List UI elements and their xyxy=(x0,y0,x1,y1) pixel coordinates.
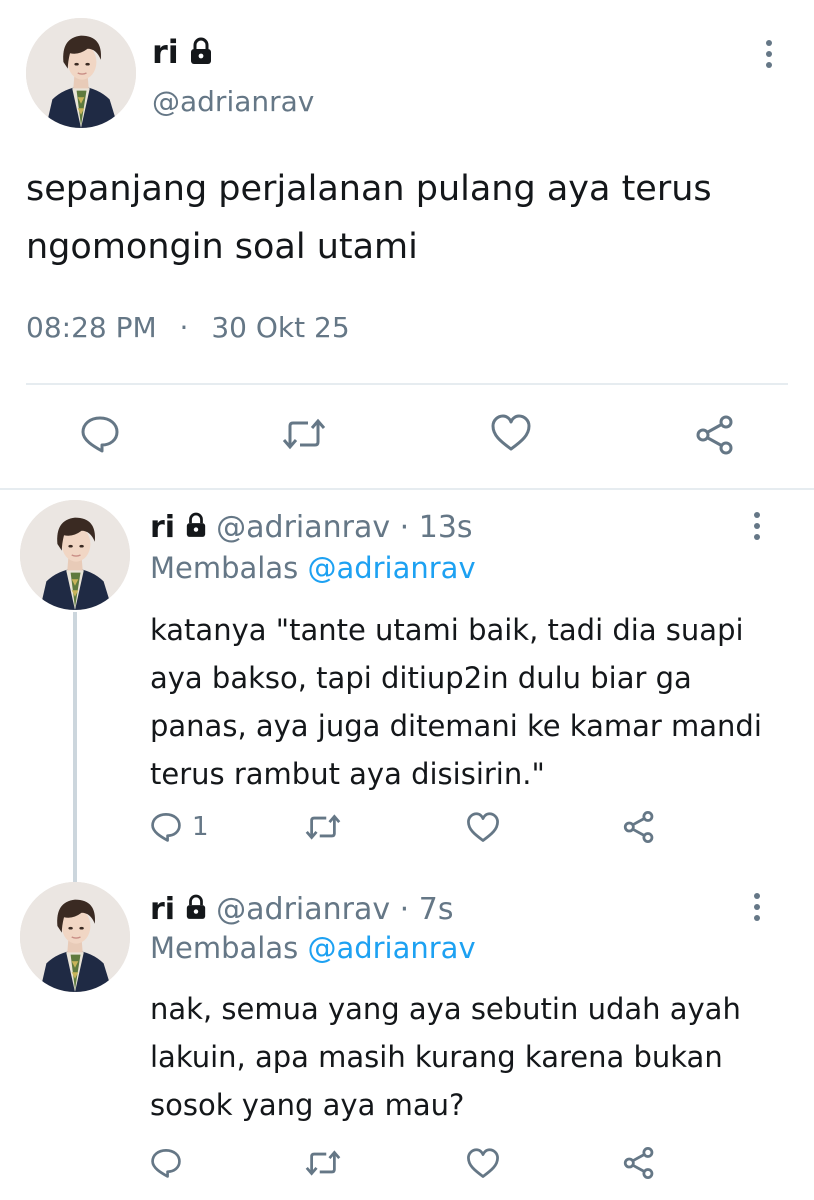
lock-icon xyxy=(189,34,213,74)
heart-icon[interactable] xyxy=(490,414,532,452)
main-text-line-1: sepanjang perjalanan pulang aya terus xyxy=(26,169,712,209)
reply-icon[interactable] xyxy=(80,415,120,453)
reply-1-header: ri @adrianrav · 13s xyxy=(150,508,473,549)
main-handle[interactable]: @adrianrav xyxy=(152,84,314,120)
heart-icon[interactable] xyxy=(466,1148,500,1179)
reply-2-header: ri @adrianrav · 7s xyxy=(150,890,453,931)
reply-1-reply-count: 1 xyxy=(192,812,209,842)
retweet-icon[interactable] xyxy=(282,418,326,450)
lock-icon xyxy=(185,891,207,931)
reply-2-handle-time[interactable]: @adrianrav · 7s xyxy=(216,892,453,927)
main-display-name[interactable]: ri xyxy=(152,33,179,71)
reply-1-text: katanya "tante utami baik, tadi dia suap… xyxy=(150,606,762,798)
reply-1-replying-to: Membalas @adrianrav xyxy=(150,548,476,588)
reply-2-text: nak, semua yang aya sebutin udah ayah la… xyxy=(150,985,741,1129)
tweet-time[interactable]: 08:28 PM xyxy=(26,311,157,344)
replying-to-link[interactable]: @adrianrav xyxy=(307,551,475,585)
section-divider xyxy=(0,488,814,490)
replying-prefix: Membalas xyxy=(150,551,299,585)
thread-line xyxy=(73,612,77,882)
reply-2-avatar[interactable] xyxy=(20,882,130,992)
replying-prefix: Membalas xyxy=(150,931,299,965)
reply-2-line-1: nak, semua yang aya sebutin udah ayah xyxy=(150,992,741,1026)
reply-2-replying-to: Membalas @adrianrav xyxy=(150,928,476,968)
reply-icon[interactable] xyxy=(150,1148,182,1178)
reply-1-line-2: aya bakso, tapi ditiup2in dulu biar ga xyxy=(150,661,692,695)
reply-icon[interactable] xyxy=(150,812,182,842)
reply-1-line-4: terus rambut aya disisirin." xyxy=(150,757,545,791)
replying-to-link[interactable]: @adrianrav xyxy=(307,931,475,965)
reply-2-line-2: lakuin, apa masih kurang karena bukan xyxy=(150,1040,723,1074)
reply-1-display-name[interactable]: ri xyxy=(150,510,175,545)
reply-2-line-3: sosok yang aya mau? xyxy=(150,1088,465,1122)
reply-1-handle-time[interactable]: @adrianrav · 13s xyxy=(216,510,472,545)
retweet-icon[interactable] xyxy=(305,1150,341,1176)
more-options-icon[interactable] xyxy=(745,512,769,545)
reply-1-line-1: katanya "tante utami baik, tadi dia suap… xyxy=(150,613,744,647)
tweet-date[interactable]: 30 Okt 25 xyxy=(211,311,349,344)
reply-2-display-name[interactable]: ri xyxy=(150,892,175,927)
main-timestamp: 08:28 PM · 30 Okt 25 xyxy=(26,309,350,347)
main-author-row: ri xyxy=(152,32,213,74)
more-options-icon[interactable] xyxy=(757,40,781,73)
heart-icon[interactable] xyxy=(466,812,500,843)
reply-1-avatar[interactable] xyxy=(20,500,130,610)
more-options-icon[interactable] xyxy=(745,893,769,926)
main-divider xyxy=(26,383,788,385)
main-avatar[interactable] xyxy=(26,18,136,128)
share-icon[interactable] xyxy=(622,1146,656,1180)
share-icon[interactable] xyxy=(694,414,736,456)
lock-icon xyxy=(185,509,207,549)
main-tweet-text: sepanjang perjalanan pulang aya terus ng… xyxy=(26,160,712,276)
main-text-line-2: ngomongin soal utami xyxy=(26,227,418,267)
timestamp-separator: · xyxy=(179,311,189,344)
share-icon[interactable] xyxy=(622,810,656,844)
reply-1-line-3: panas, aya juga ditemani ke kamar mandi xyxy=(150,709,762,743)
retweet-icon[interactable] xyxy=(305,814,341,840)
